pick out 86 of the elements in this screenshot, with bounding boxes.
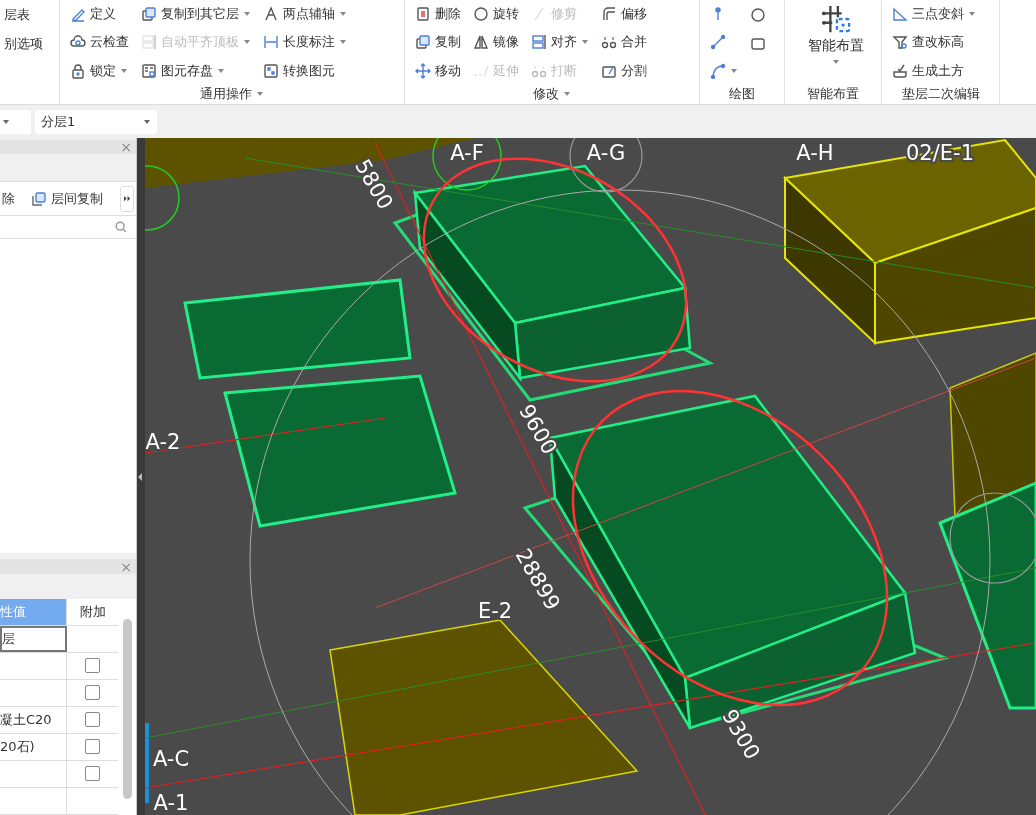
ribbon-button[interactable]: 复制到其它层 <box>137 0 255 29</box>
ribbon-button[interactable]: 图元存盘 <box>137 56 255 85</box>
circle-icon <box>473 6 489 23</box>
ribbon-button[interactable]: 两点辅轴 <box>259 0 351 29</box>
axis-label: A-C <box>152 747 190 771</box>
checkbox[interactable] <box>85 739 100 755</box>
table-cell: 20石) <box>0 733 67 760</box>
caret-icon <box>730 66 738 75</box>
mirror-icon <box>473 34 489 51</box>
checkbox[interactable] <box>85 766 100 782</box>
double-arrow-icon <box>122 195 132 203</box>
checkbox[interactable] <box>85 658 100 674</box>
checkbox[interactable] <box>85 712 100 728</box>
ribbon-button[interactable]: 对齐 <box>527 28 593 57</box>
more-button[interactable] <box>120 185 134 212</box>
move-icon <box>415 62 431 79</box>
checkbox[interactable] <box>85 685 100 701</box>
caret-icon <box>256 89 264 98</box>
ribbon-button[interactable]: 偏移 <box>597 0 651 29</box>
ribbon-button[interactable]: 查改标高 <box>888 28 980 57</box>
axis-label: A-1 <box>153 791 189 815</box>
dimension-icon <box>263 34 279 51</box>
scrollbar-thumb[interactable] <box>122 618 132 799</box>
caret-icon <box>563 89 571 98</box>
copy-icon <box>31 190 47 207</box>
ribbon-button[interactable]: 长度标注 <box>259 28 351 57</box>
copy-icon <box>141 6 157 23</box>
ribbon-button[interactable]: 别选项 <box>0 29 47 58</box>
ribbon-button[interactable]: 云检查 <box>66 28 133 57</box>
caret-icon <box>217 66 225 75</box>
group-label: 绘图 <box>729 84 755 103</box>
search-icon <box>114 220 128 235</box>
smart-layout-button[interactable]: 智能布置 <box>804 2 868 85</box>
ribbon-button[interactable]: 复制 <box>411 28 465 57</box>
ribbon-button[interactable]: 旋转 <box>469 0 523 29</box>
toolbar-button[interactable]: 层间复制 <box>29 189 105 208</box>
table-cell[interactable]: 层 <box>0 625 67 652</box>
ribbon-button[interactable]: 三点变斜 <box>888 0 980 29</box>
ribbon-button[interactable]: 合并 <box>597 28 651 57</box>
axis-label: E-2 <box>477 599 513 623</box>
rectangle-icon <box>750 35 766 52</box>
axis-label: 02/E-1 <box>906 141 974 165</box>
circle-icon <box>750 6 766 23</box>
caret-icon <box>2 117 10 126</box>
search-field[interactable] <box>0 216 136 240</box>
ribbon-button[interactable]: 镜像 <box>469 28 523 57</box>
ribbon-button[interactable]: 生成土方 <box>888 56 980 85</box>
column-header: 附加 <box>78 602 107 621</box>
ribbon-button[interactable]: 锁定 <box>66 56 133 85</box>
axis-icon <box>263 6 279 23</box>
bowl-icon <box>892 62 908 79</box>
column-header: 性值 <box>0 598 67 625</box>
slope-icon <box>892 6 908 23</box>
toolbar-button[interactable]: 除 <box>0 189 17 208</box>
ribbon-button[interactable]: 分割 <box>597 56 651 85</box>
axis-label: A-2 <box>145 430 181 454</box>
grid-icon <box>263 62 279 79</box>
group-label: 修改 <box>533 84 559 103</box>
align-icon <box>141 34 157 51</box>
group-label: 智能布置 <box>807 84 859 103</box>
grid-target-icon <box>821 4 851 34</box>
align-icon <box>531 34 547 51</box>
arc-icon <box>710 62 726 79</box>
lock-icon <box>70 62 86 79</box>
document-icon <box>141 62 157 79</box>
axis-label: A-F <box>450 141 484 165</box>
ribbon-button[interactable]: 转换图元 <box>259 56 351 85</box>
ribbon-button[interactable]: 移动 <box>411 56 465 85</box>
ribbon-button[interactable]: 删除 <box>411 0 465 29</box>
table-cell: 凝土C20 <box>0 706 67 733</box>
line-icon <box>710 34 726 51</box>
caret-icon <box>143 117 151 126</box>
delete-icon <box>415 6 431 23</box>
offset-icon <box>601 6 617 23</box>
axis-label: A-G <box>586 141 626 165</box>
axis-label: A-H <box>796 141 834 165</box>
ribbon-button[interactable]: 层表 <box>0 0 47 29</box>
group-label: 垫层二次编辑 <box>901 84 980 103</box>
layer-dropdown[interactable]: 分层1 <box>35 109 157 134</box>
ribbon-button[interactable]: 定义 <box>66 0 133 29</box>
group-label: 通用操作 <box>200 84 252 103</box>
copy-icon <box>415 34 431 51</box>
collapse-arrow-icon[interactable] <box>137 471 143 482</box>
points-icon <box>601 34 617 51</box>
caret-icon <box>120 66 128 75</box>
funnel-icon <box>892 34 908 51</box>
